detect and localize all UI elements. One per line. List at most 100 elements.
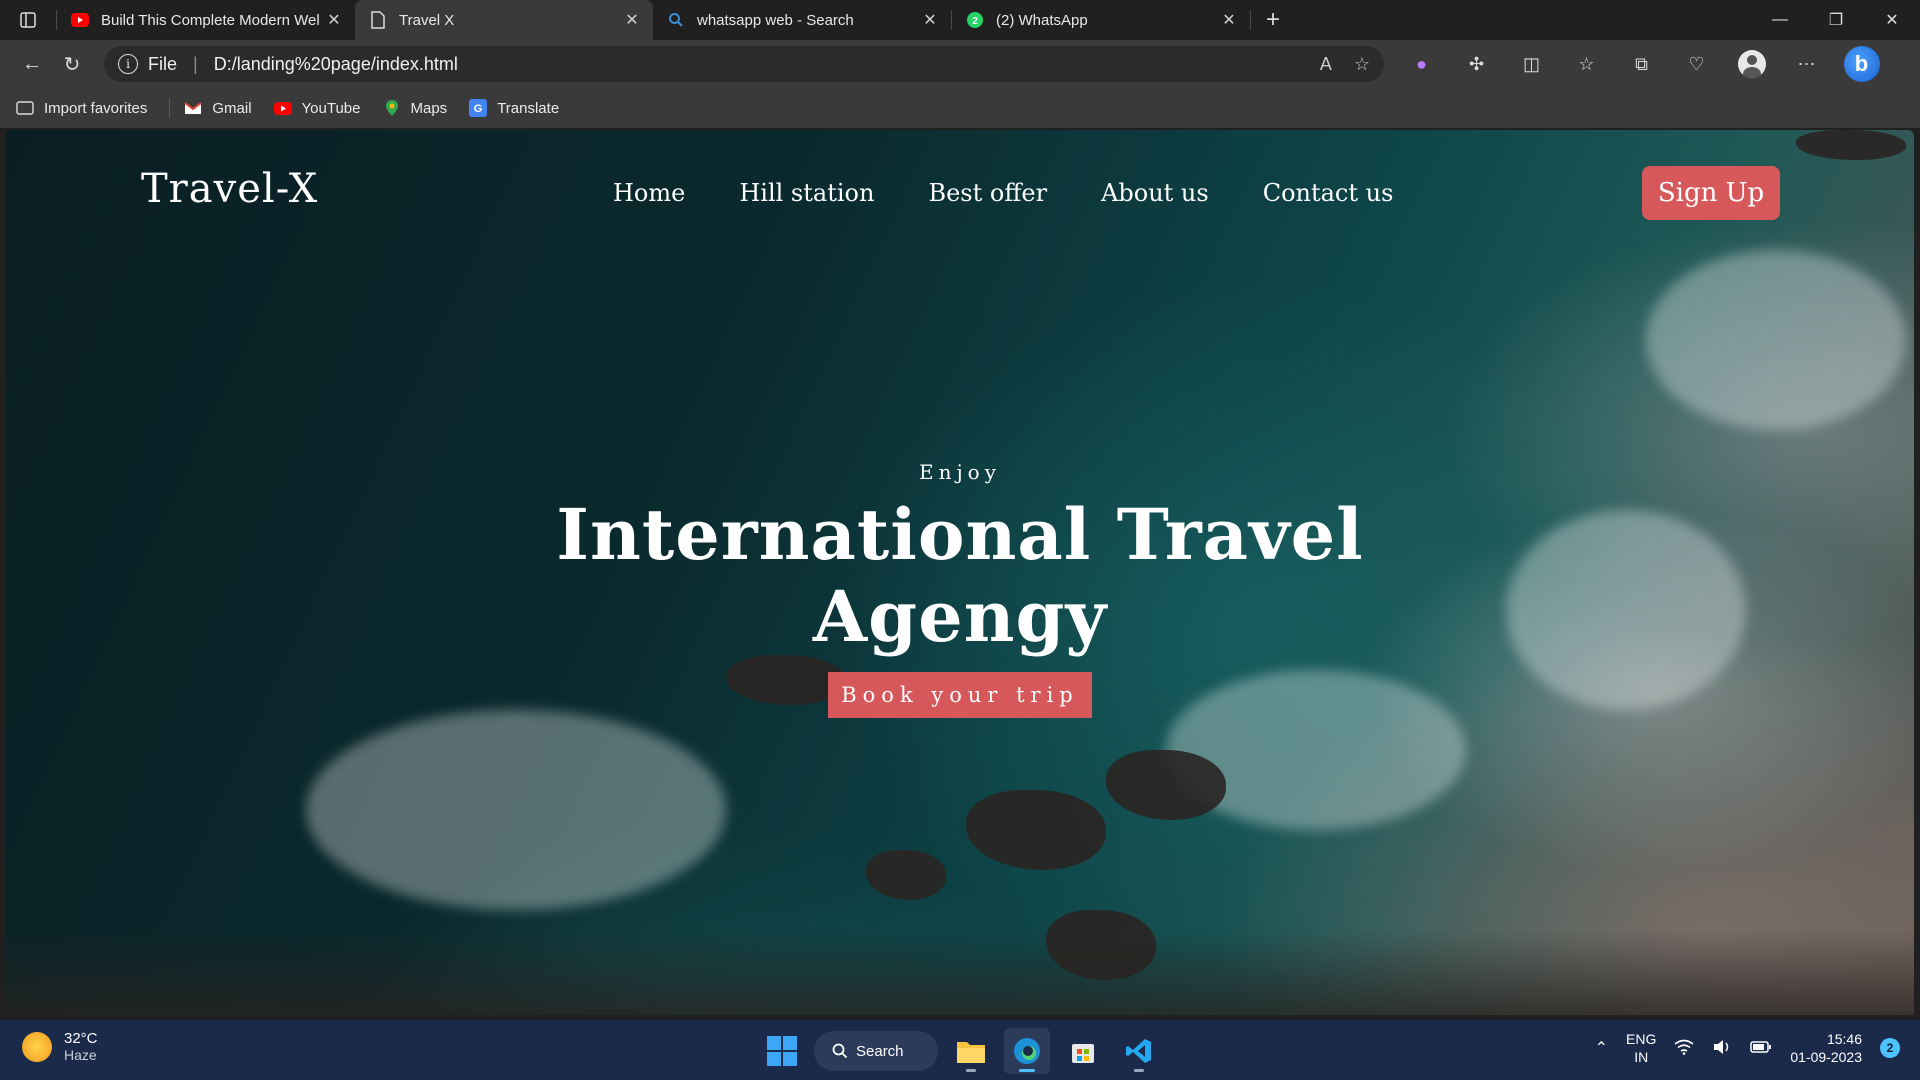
fav-label: Gmail xyxy=(212,99,252,117)
browser-essentials-button[interactable]: ♡ xyxy=(1669,46,1724,82)
hero-title-line2: Agengy xyxy=(812,575,1108,658)
book-trip-button[interactable]: Book your trip xyxy=(828,672,1092,718)
copilot-button[interactable]: ● xyxy=(1394,46,1449,82)
youtube-icon xyxy=(273,99,292,117)
site-logo[interactable]: Travel-X xyxy=(141,166,318,212)
store-icon xyxy=(1072,1044,1094,1063)
refresh-button[interactable]: ↻ xyxy=(52,46,92,82)
fav-gmail[interactable]: Gmail xyxy=(184,99,252,117)
search-icon xyxy=(667,11,685,29)
surf-foam xyxy=(1646,250,1906,430)
fav-youtube[interactable]: YouTube xyxy=(273,99,361,117)
tab-actions-icon xyxy=(20,12,36,28)
maps-pin-icon xyxy=(383,99,401,117)
extensions-button[interactable]: ✣ xyxy=(1449,46,1504,82)
fav-import-favorites[interactable]: Import favorites xyxy=(16,99,147,117)
close-icon[interactable]: ✕ xyxy=(323,10,345,30)
weather-temp: 32°C xyxy=(64,1030,98,1047)
windows-logo-icon xyxy=(767,1052,781,1066)
tab-youtube[interactable]: Build This Complete Modern Wel ✕ xyxy=(57,0,355,40)
tab-title: Travel X xyxy=(399,11,455,29)
settings-more-button[interactable]: ⋯ xyxy=(1779,46,1834,82)
nav-home[interactable]: Home xyxy=(613,179,685,207)
store-app[interactable] xyxy=(1060,1028,1106,1074)
vscode-app[interactable] xyxy=(1116,1028,1162,1074)
language-indicator[interactable]: ENG IN xyxy=(1626,1030,1656,1066)
favorites-icon: ☆ xyxy=(1578,53,1595,74)
tab-whatsapp[interactable]: 2 (2) WhatsApp ✕ xyxy=(952,0,1250,40)
surf-foam xyxy=(306,710,726,910)
close-window-button[interactable]: ✕ xyxy=(1864,0,1920,40)
search-icon xyxy=(832,1043,848,1059)
taskbar: 32°C Haze Search ⌃ ENG IN 15:46 01-09-20… xyxy=(0,1020,1920,1080)
taskbar-apps: Search xyxy=(760,1028,1162,1074)
split-screen-button[interactable]: ◫ xyxy=(1504,46,1559,82)
fav-label: YouTube xyxy=(301,99,361,117)
tab-whatsapp-search[interactable]: whatsapp web - Search ✕ xyxy=(653,0,951,40)
fav-maps[interactable]: Maps xyxy=(383,99,448,117)
collections-button[interactable]: ⧉ xyxy=(1614,46,1669,82)
start-button[interactable] xyxy=(760,1029,804,1073)
sign-up-button[interactable]: Sign Up xyxy=(1642,166,1780,220)
url-text: D:/landing%20page/index.html xyxy=(213,53,458,74)
system-tray: ⌃ ENG IN 15:46 01-09-2023 2 xyxy=(1595,1030,1900,1066)
taskbar-search[interactable]: Search xyxy=(814,1031,938,1071)
fav-translate[interactable]: G Translate xyxy=(469,99,559,117)
back-button[interactable]: ← xyxy=(12,46,52,82)
site-navbar: Travel-X Home Hill station Best offer Ab… xyxy=(6,130,1914,255)
clock-time: 15:46 xyxy=(1826,1031,1862,1047)
favorites-bar: Import favorites Gmail YouTube Maps G Tr… xyxy=(0,88,1920,128)
volume-icon[interactable] xyxy=(1712,1039,1732,1058)
vscode-icon xyxy=(1126,1039,1151,1063)
notification-badge[interactable]: 2 xyxy=(1880,1038,1900,1058)
favorite-star-icon[interactable]: ☆ xyxy=(1354,54,1370,75)
scheme-label: File xyxy=(148,53,178,74)
close-icon[interactable]: ✕ xyxy=(919,10,941,30)
more-icon: ⋯ xyxy=(1797,53,1816,74)
fav-label: Translate xyxy=(497,99,560,117)
clock[interactable]: 15:46 01-09-2023 xyxy=(1790,1030,1862,1066)
tab-strip: Build This Complete Modern Wel ✕ Travel … xyxy=(0,0,1920,40)
cliff-edge xyxy=(6,930,1914,1015)
close-icon[interactable]: ✕ xyxy=(1218,10,1240,30)
weather-widget[interactable]: 32°C Haze xyxy=(22,1030,98,1063)
file-explorer-app[interactable] xyxy=(948,1028,994,1074)
wifi-icon[interactable] xyxy=(1674,1039,1694,1058)
whatsapp-icon: 2 xyxy=(966,11,984,29)
address-bar[interactable]: i File | D:/landing%20page/index.html A … xyxy=(104,46,1384,82)
haze-sun-icon xyxy=(22,1031,52,1062)
battery-icon[interactable] xyxy=(1750,1040,1772,1057)
favorites-button[interactable]: ☆ xyxy=(1559,46,1614,82)
new-tab-button[interactable]: + xyxy=(1251,0,1295,40)
nav-about-us[interactable]: About us xyxy=(1101,179,1209,207)
bing-button[interactable]: b xyxy=(1834,46,1889,82)
chevron-up-icon[interactable]: ⌃ xyxy=(1595,1038,1608,1058)
hero-title-line1: International Travel xyxy=(556,493,1364,576)
fav-label: Maps xyxy=(410,99,448,117)
favorites-separator xyxy=(169,98,171,118)
bing-icon: b xyxy=(1843,46,1880,82)
rock xyxy=(1106,750,1226,820)
close-icon[interactable]: ✕ xyxy=(621,10,643,30)
nav-best-offer[interactable]: Best offer xyxy=(928,179,1047,207)
puzzle-icon: ✣ xyxy=(1468,53,1485,74)
restore-button[interactable]: ❐ xyxy=(1808,0,1864,40)
nav-hill-station[interactable]: Hill station xyxy=(739,179,874,207)
browser-toolbar: ← ↻ i File | D:/landing%20page/index.htm… xyxy=(0,40,1920,88)
refresh-icon: ↻ xyxy=(63,53,81,76)
profile-button[interactable] xyxy=(1724,46,1779,82)
edge-app[interactable] xyxy=(1004,1028,1050,1074)
nav-contact-us[interactable]: Contact us xyxy=(1263,179,1394,207)
info-icon[interactable]: i xyxy=(118,54,138,74)
windows-logo-icon xyxy=(767,1036,781,1050)
page-icon xyxy=(369,11,387,29)
minimize-button[interactable]: — xyxy=(1752,0,1808,40)
tab-actions-button[interactable] xyxy=(0,0,56,40)
copilot-icon: ● xyxy=(1416,53,1427,74)
read-aloud-icon[interactable]: A xyxy=(1320,54,1332,75)
running-indicator xyxy=(1019,1069,1035,1072)
windows-logo-icon xyxy=(783,1036,797,1050)
tab-travel-x[interactable]: Travel X ✕ xyxy=(355,0,653,40)
hero-title: International Travel Agengy xyxy=(6,494,1914,658)
fav-label: Import favorites xyxy=(44,99,148,117)
